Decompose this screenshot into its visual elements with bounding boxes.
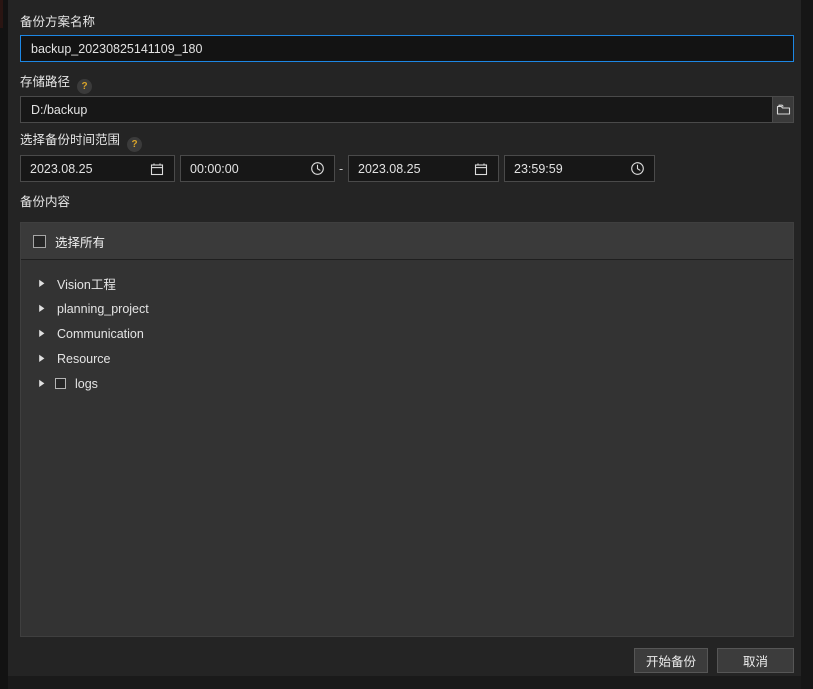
tree-row[interactable]: logs [21,371,793,396]
backup-content-label: 备份内容 [20,194,70,210]
plan-name-label: 备份方案名称 [20,14,95,30]
folder-icon [776,103,791,116]
chevron-right-icon[interactable] [37,354,51,363]
tree-item-label: logs [75,377,98,391]
start-time-value: 00:00:00 [190,162,309,176]
chevron-right-icon[interactable] [37,379,51,388]
host-window-right-strip [801,0,813,689]
end-time-value: 23:59:59 [514,162,629,176]
storage-path-label-text: 存储路径 [20,75,70,89]
storage-path-input[interactable] [20,96,773,123]
tree-item-label: Communication [57,327,144,341]
time-range-separator: - [339,162,343,176]
end-time-picker[interactable]: 23:59:59 [504,155,655,182]
chevron-right-icon[interactable] [37,304,51,313]
clock-icon [629,161,645,177]
calendar-icon [473,161,489,177]
time-range-help-icon[interactable]: ? [127,137,142,152]
backup-content-panel: 选择所有 Vision工程 planning_project Communicati… [20,222,794,637]
host-window-left-strip [0,0,8,689]
clock-icon [309,161,325,177]
chevron-right-icon[interactable] [37,279,51,288]
select-all-label: 选择所有 [55,232,105,251]
tree-row[interactable]: planning_project [21,296,793,321]
select-all-row[interactable]: 选择所有 [21,223,793,260]
start-backup-button[interactable]: 开始备份 [634,648,708,673]
start-date-value: 2023.08.25 [30,162,149,176]
tree-item-checkbox[interactable] [55,378,66,389]
screen-root: 备份方案名称 存储路径? 选择备份时间范围? 2023.08.25 [0,0,813,689]
tree-row[interactable]: Communication [21,321,793,346]
end-date-picker[interactable]: 2023.08.25 [348,155,499,182]
time-range-label: 选择备份时间范围? [20,132,142,152]
tree-item-label: planning_project [57,302,149,316]
cancel-button[interactable]: 取消 [717,648,794,673]
start-time-picker[interactable]: 00:00:00 [180,155,335,182]
start-date-picker[interactable]: 2023.08.25 [20,155,175,182]
tree-item-label: Resource [57,352,111,366]
storage-path-help-icon[interactable]: ? [77,79,92,94]
backup-dialog: 备份方案名称 存储路径? 选择备份时间范围? 2023.08.25 [8,0,801,676]
tree-row[interactable]: Resource [21,346,793,371]
plan-name-input[interactable] [20,35,794,62]
backup-content-tree: Vision工程 planning_project Communication Res… [21,260,793,396]
end-date-value: 2023.08.25 [358,162,473,176]
storage-path-label: 存储路径? [20,74,92,94]
select-all-checkbox[interactable] [33,235,46,248]
tree-item-label: Vision工程 [57,274,116,293]
time-range-label-text: 选择备份时间范围 [20,133,120,147]
browse-folder-button[interactable] [773,96,794,123]
chevron-right-icon[interactable] [37,329,51,338]
calendar-icon [149,161,165,177]
host-accent-mark [0,0,3,28]
tree-row[interactable]: Vision工程 [21,271,793,296]
